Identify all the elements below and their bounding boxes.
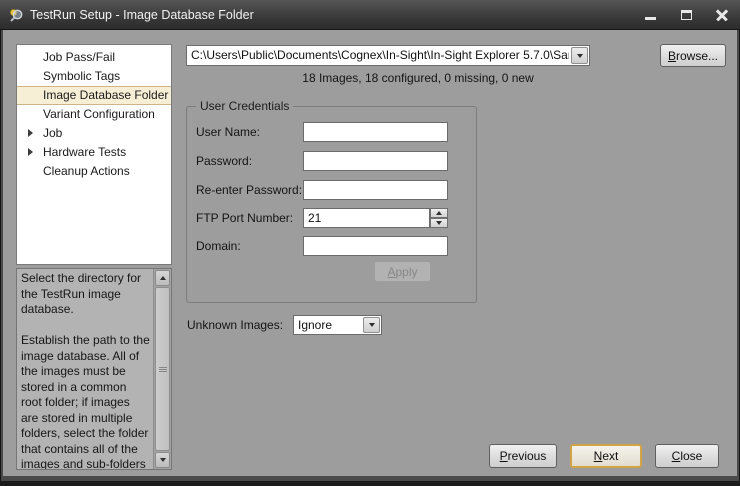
browse-button[interactable]: Browse... [660, 44, 726, 67]
sidebar-item-variant-configuration[interactable]: Variant Configuration [17, 105, 171, 124]
image-database-path-combobox[interactable]: C:\Users\Public\Documents\Cognex\In-Sigh… [186, 45, 590, 66]
sidebar-item-label: Variant Configuration [43, 107, 155, 121]
expand-arrow-icon[interactable] [28, 129, 33, 137]
sidebar-item-job-pass-fail[interactable]: Job Pass/Fail [17, 48, 171, 67]
unknown-images-dropdown-button[interactable] [363, 317, 380, 333]
sidebar-item-cleanup-actions[interactable]: Cleanup Actions [17, 162, 171, 181]
chevron-down-icon [369, 323, 375, 327]
sidebar-item-image-database-folder[interactable]: Image Database Folder [17, 86, 171, 105]
unknown-images-label: Unknown Images: [187, 315, 283, 335]
sidebar-item-label: Cleanup Actions [43, 164, 130, 178]
image-database-path-value: C:\Users\Public\Documents\Cognex\In-Sigh… [191, 46, 569, 65]
sidebar-item-label: Symbolic Tags [43, 69, 120, 83]
ftp-port-spin-up-button[interactable] [430, 208, 448, 218]
user-name-input[interactable] [303, 122, 448, 142]
previous-button[interactable]: Previous [489, 444, 557, 468]
description-scrollbar[interactable] [153, 269, 171, 469]
password-input[interactable] [303, 151, 448, 171]
sidebar-item-job[interactable]: Job [17, 124, 171, 143]
chevron-down-icon [577, 54, 583, 58]
sidebar-item-label: Job [43, 126, 62, 140]
sidebar-item-label: Job Pass/Fail [43, 50, 115, 64]
minimize-button[interactable] [638, 4, 662, 26]
scroll-down-icon [160, 458, 166, 462]
description-text: Select the directory for the TestRun ima… [17, 269, 153, 469]
sidebar-item-symbolic-tags[interactable]: Symbolic Tags [17, 67, 171, 86]
ftp-port-spin-down-button[interactable] [430, 218, 448, 228]
ftp-port-label: FTP Port Number: [196, 208, 293, 228]
scrollbar-thumb[interactable] [155, 287, 170, 451]
ftp-port-input[interactable] [303, 208, 430, 228]
password-label: Password: [196, 151, 252, 171]
unknown-images-select[interactable]: Ignore [293, 315, 382, 335]
titlebar[interactable]: TestRun Setup - Image Database Folder [0, 0, 740, 30]
scrollbar-down-button[interactable] [155, 452, 170, 468]
thumb-grip-icon [159, 367, 167, 372]
sidebar-item-label: Hardware Tests [43, 145, 126, 159]
maximize-button[interactable] [674, 4, 698, 26]
user-name-label: User Name: [196, 122, 260, 142]
ftp-port-spinner [430, 208, 448, 228]
minimize-icon [645, 17, 656, 20]
close-icon [716, 9, 728, 21]
close-button[interactable] [710, 4, 734, 26]
next-button[interactable]: Next [570, 444, 642, 468]
sidebar-item-label: Image Database Folder [43, 88, 168, 102]
group-title: User Credentials [196, 99, 293, 113]
unknown-images-value: Ignore [298, 316, 361, 334]
spinner-up-icon [436, 211, 442, 215]
testrun-setup-dialog: TestRun Setup - Image Database Folder Jo… [0, 0, 740, 486]
scroll-up-icon [160, 276, 166, 280]
sidebar-item-hardware-tests[interactable]: Hardware Tests [17, 143, 171, 162]
expand-arrow-icon[interactable] [28, 148, 33, 156]
domain-input[interactable] [303, 236, 448, 256]
apply-button[interactable]: Apply [374, 261, 431, 282]
image-count-status: 18 Images, 18 configured, 0 missing, 0 n… [186, 71, 650, 87]
scrollbar-up-button[interactable] [155, 270, 170, 286]
close-dialog-button[interactable]: Close [655, 444, 719, 468]
window-title: TestRun Setup - Image Database Folder [30, 0, 254, 30]
domain-label: Domain: [196, 236, 241, 256]
path-dropdown-button[interactable] [571, 47, 588, 64]
step-description-panel: Select the directory for the TestRun ima… [16, 268, 172, 470]
maximize-icon [681, 10, 692, 20]
reenter-password-label: Re-enter Password: [196, 180, 302, 200]
spinner-down-icon [436, 221, 442, 225]
app-icon [8, 7, 24, 23]
setup-steps-tree: Job Pass/Fail Symbolic Tags Image Databa… [16, 44, 172, 265]
reenter-password-input[interactable] [303, 180, 448, 200]
